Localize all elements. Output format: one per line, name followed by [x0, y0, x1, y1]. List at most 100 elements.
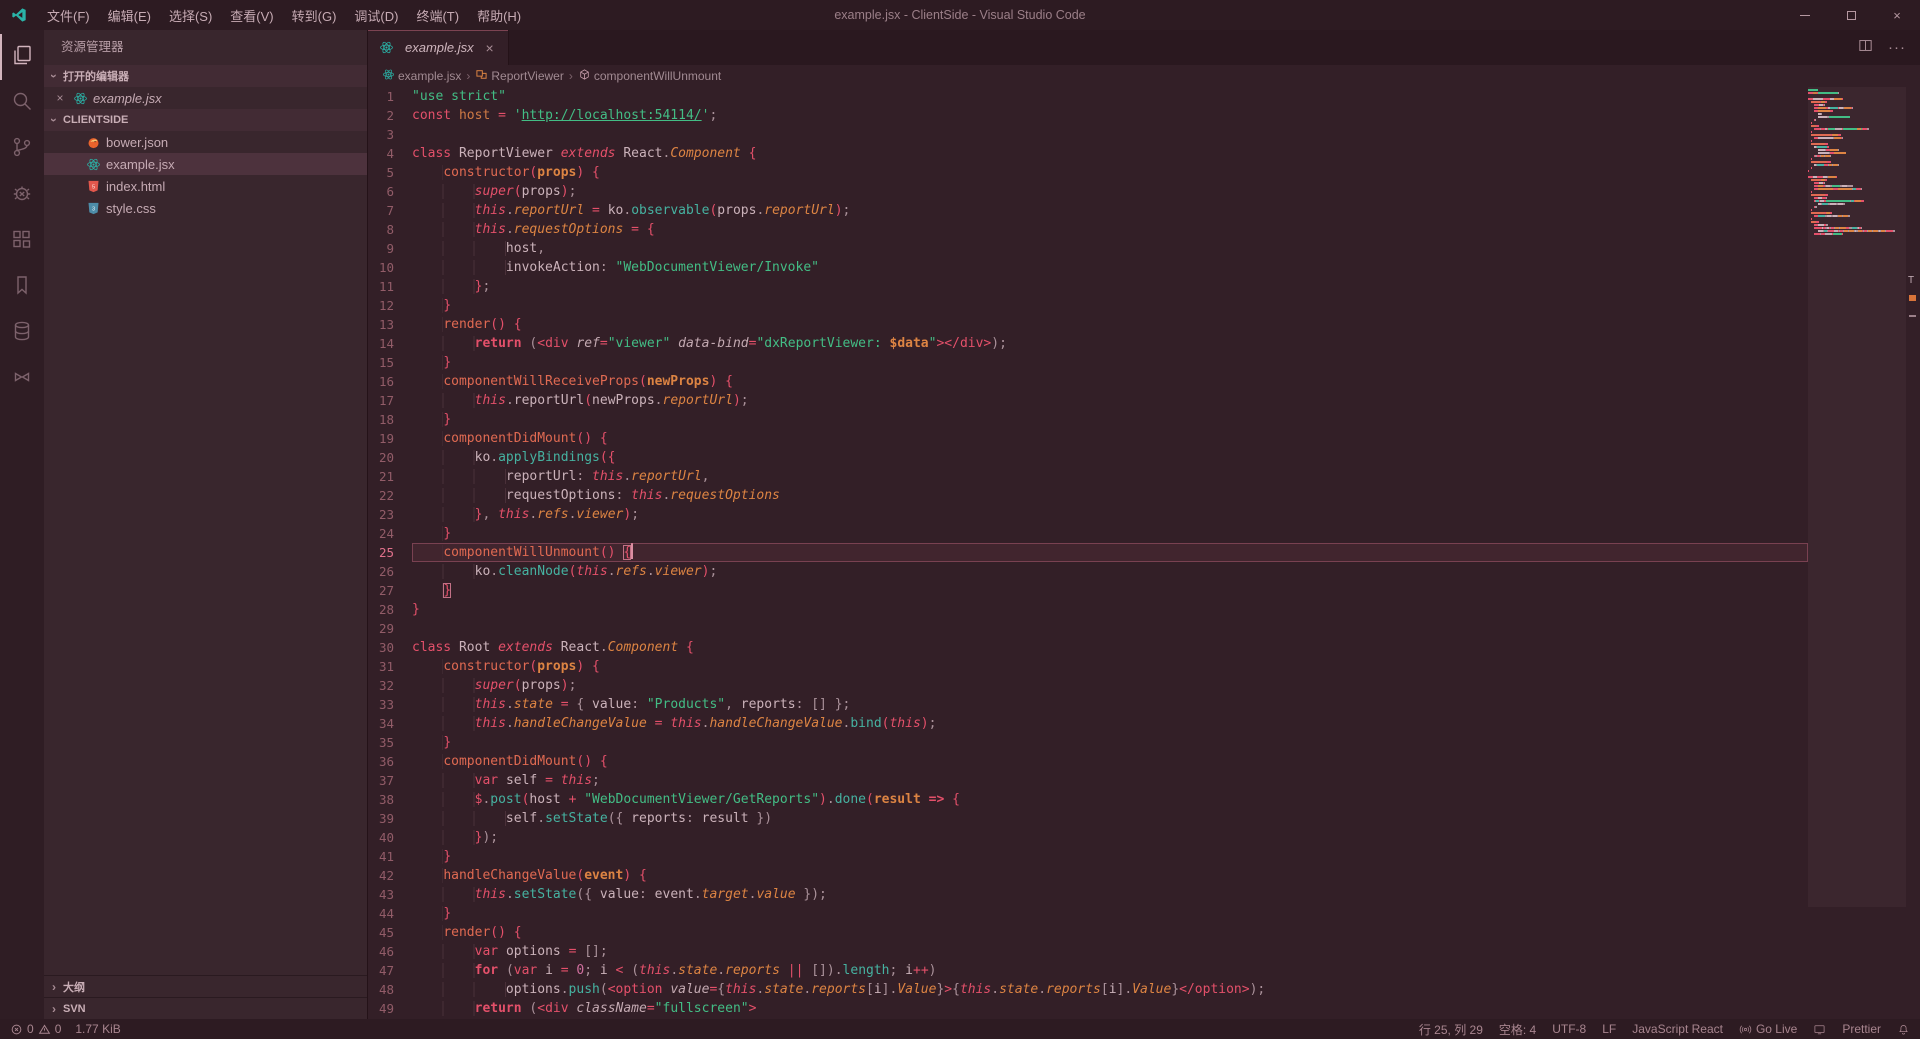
code-line-31[interactable]: 31 constructor(props) { [368, 657, 1808, 676]
status-indentation[interactable]: 空格: 4 [1499, 1021, 1536, 1038]
open-editor-item[interactable]: × example.jsx [44, 87, 367, 109]
status-notifications[interactable] [1897, 1023, 1910, 1036]
activity-explorer[interactable] [0, 34, 44, 80]
code-line-7[interactable]: 7 this.reportUrl = ko.observable(props.r… [368, 201, 1808, 220]
breadcrumb-file[interactable]: example.jsx [382, 68, 461, 84]
menu-item-转到(G)[interactable]: 转到(G) [283, 0, 346, 30]
tab-example-jsx[interactable]: example.jsx × [368, 30, 509, 65]
editor-pane[interactable]: 1"use strict"2const host = 'http://local… [368, 87, 1920, 1019]
code-line-27[interactable]: 27 } [368, 581, 1808, 600]
menu-item-终端(T)[interactable]: 终端(T) [407, 0, 468, 30]
code-line-2[interactable]: 2const host = 'http://localhost:54114/'; [368, 106, 1808, 125]
menu-item-编辑(E)[interactable]: 编辑(E) [99, 0, 160, 30]
code-line-36[interactable]: 36 componentDidMount() { [368, 752, 1808, 771]
activity-search[interactable] [0, 80, 44, 126]
breadcrumb-method[interactable]: componentWillUnmount [578, 68, 721, 84]
code-line-25[interactable]: 25 componentWillUnmount() { [368, 543, 1808, 562]
status-go-live[interactable]: Go Live [1739, 1022, 1797, 1036]
file-bower.json[interactable]: bower.json [44, 131, 367, 153]
menu-item-选择(S)[interactable]: 选择(S) [160, 0, 221, 30]
code-line-13[interactable]: 13 render() { [368, 315, 1808, 334]
activity-liveshare[interactable] [0, 356, 44, 402]
code-line-34[interactable]: 34 this.handleChangeValue = this.handleC… [368, 714, 1808, 733]
code-line-21[interactable]: 21 reportUrl: this.reportUrl, [368, 467, 1808, 486]
problems-indicator[interactable]: 0 0 [10, 1022, 61, 1036]
status-prettier[interactable]: Prettier [1842, 1022, 1881, 1036]
code-line-8[interactable]: 8 this.requestOptions = { [368, 220, 1808, 239]
code-line-42[interactable]: 42 handleChangeValue(event) { [368, 866, 1808, 885]
code-line-38[interactable]: 38 $.post(host + "WebDocumentViewer/GetR… [368, 790, 1808, 809]
code-line-44[interactable]: 44 } [368, 904, 1808, 923]
code-line-46[interactable]: 46 var options = []; [368, 942, 1808, 961]
svn-section[interactable]: › SVN [44, 997, 367, 1019]
code-line-24[interactable]: 24 } [368, 524, 1808, 543]
code-line-22[interactable]: 22 requestOptions: this.requestOptions [368, 486, 1808, 505]
menu-item-调试(D)[interactable]: 调试(D) [345, 0, 407, 30]
status-eol[interactable]: LF [1602, 1022, 1616, 1036]
code-line-1[interactable]: 1"use strict" [368, 87, 1808, 106]
code-line-17[interactable]: 17 this.reportUrl(newProps.reportUrl); [368, 391, 1808, 410]
minimap[interactable] [1808, 87, 1906, 1019]
close-icon[interactable]: × [52, 91, 68, 105]
code-line-33[interactable]: 33 this.state = { value: "Products", rep… [368, 695, 1808, 714]
code-line-9[interactable]: 9 host, [368, 239, 1808, 258]
code-line-49[interactable]: 49 return (<div className="fullscreen"> [368, 999, 1808, 1018]
status-encoding[interactable]: UTF-8 [1552, 1022, 1586, 1036]
breadcrumb-class[interactable]: ReportViewer [475, 68, 563, 84]
activity-database[interactable] [0, 310, 44, 356]
folder-header[interactable]: › CLIENTSIDE [44, 109, 367, 131]
maximize-button[interactable] [1828, 0, 1874, 30]
code-line-29[interactable]: 29 [368, 619, 1808, 638]
code-line-5[interactable]: 5 constructor(props) { [368, 163, 1808, 182]
file-index.html[interactable]: 5index.html [44, 175, 367, 197]
activity-source-control[interactable] [0, 126, 44, 172]
code-line-16[interactable]: 16 componentWillReceiveProps(newProps) { [368, 372, 1808, 391]
code-line-6[interactable]: 6 super(props); [368, 182, 1808, 201]
file-example.jsx[interactable]: example.jsx [44, 153, 367, 175]
code-line-32[interactable]: 32 super(props); [368, 676, 1808, 695]
code-line-28[interactable]: 28} [368, 600, 1808, 619]
open-editors-header[interactable]: › 打开的编辑器 [44, 65, 367, 87]
activity-debug[interactable] [0, 172, 44, 218]
code-line-48[interactable]: 48 options.push(<option value={this.stat… [368, 980, 1808, 999]
code-line-20[interactable]: 20 ko.applyBindings({ [368, 448, 1808, 467]
file-size-indicator[interactable]: 1.77 KiB [75, 1022, 120, 1036]
menu-item-帮助(H)[interactable]: 帮助(H) [468, 0, 530, 30]
status-language-mode[interactable]: JavaScript React [1632, 1022, 1723, 1036]
status-screencast[interactable] [1813, 1023, 1826, 1036]
outline-section[interactable]: › 大纲 [44, 975, 367, 997]
code-line-40[interactable]: 40 }); [368, 828, 1808, 847]
code-line-30[interactable]: 30class Root extends React.Component { [368, 638, 1808, 657]
split-editor-icon[interactable] [1857, 37, 1874, 59]
code-line-3[interactable]: 3 [368, 125, 1808, 144]
code-line-47[interactable]: 47 for (var i = 0; i < (this.state.repor… [368, 961, 1808, 980]
menu-item-文件(F)[interactable]: 文件(F) [38, 0, 99, 30]
code-line-39[interactable]: 39 self.setState({ reports: result }) [368, 809, 1808, 828]
code-line-12[interactable]: 12 } [368, 296, 1808, 315]
tab-close-icon[interactable]: × [482, 40, 498, 56]
code-line-4[interactable]: 4class ReportViewer extends React.Compon… [368, 144, 1808, 163]
code-line-11[interactable]: 11 }; [368, 277, 1808, 296]
minimize-button[interactable] [1782, 0, 1828, 30]
status-cursor-position[interactable]: 行 25, 列 29 [1419, 1021, 1483, 1038]
line-number: 31 [368, 657, 412, 676]
code-line-10[interactable]: 10 invokeAction: "WebDocumentViewer/Invo… [368, 258, 1808, 277]
more-actions-icon[interactable]: ··· [1888, 39, 1906, 56]
file-style.css[interactable]: 3style.css [44, 197, 367, 219]
code-line-45[interactable]: 45 render() { [368, 923, 1808, 942]
code-line-23[interactable]: 23 }, this.refs.viewer); [368, 505, 1808, 524]
code-line-19[interactable]: 19 componentDidMount() { [368, 429, 1808, 448]
overview-ruler[interactable]: T [1906, 87, 1920, 1019]
code-line-14[interactable]: 14 return (<div ref="viewer" data-bind="… [368, 334, 1808, 353]
code-line-37[interactable]: 37 var self = this; [368, 771, 1808, 790]
menu-item-查看(V)[interactable]: 查看(V) [221, 0, 282, 30]
code-line-43[interactable]: 43 this.setState({ value: event.target.v… [368, 885, 1808, 904]
close-button[interactable]: × [1874, 0, 1920, 30]
activity-extensions[interactable] [0, 218, 44, 264]
activity-bookmarks[interactable] [0, 264, 44, 310]
code-line-18[interactable]: 18 } [368, 410, 1808, 429]
code-line-26[interactable]: 26 ko.cleanNode(this.refs.viewer); [368, 562, 1808, 581]
code-line-41[interactable]: 41 } [368, 847, 1808, 866]
code-line-35[interactable]: 35 } [368, 733, 1808, 752]
code-line-15[interactable]: 15 } [368, 353, 1808, 372]
